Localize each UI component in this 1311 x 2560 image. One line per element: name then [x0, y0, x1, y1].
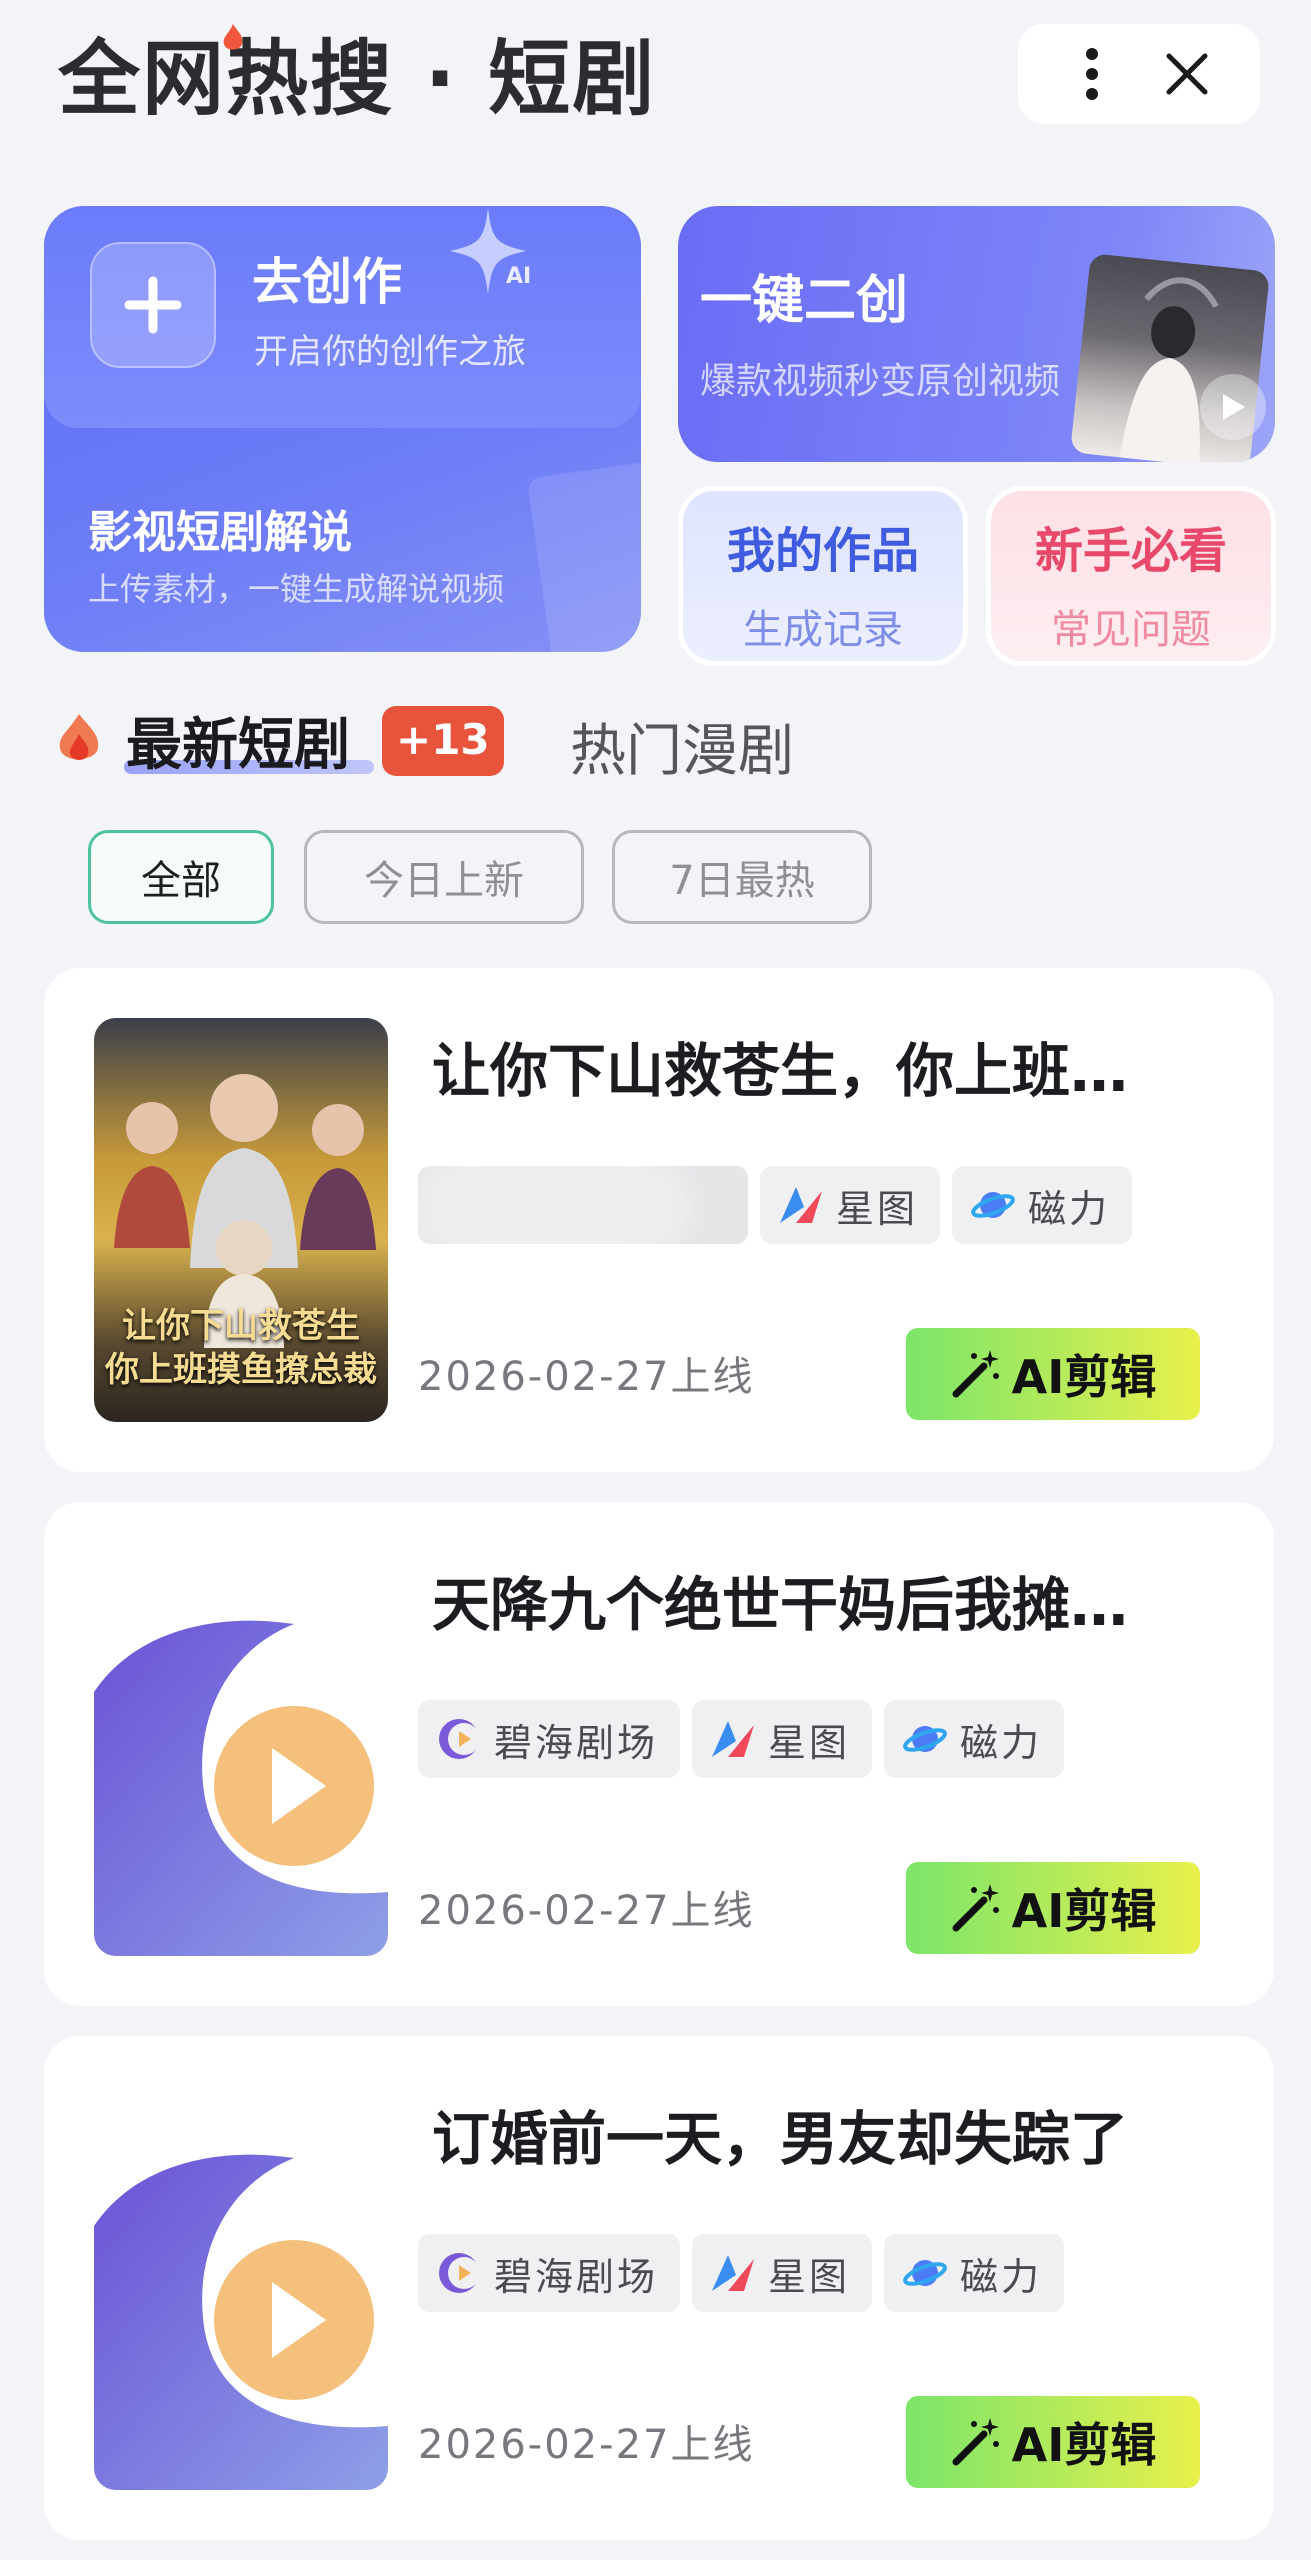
tag-cili: 磁力: [952, 1166, 1133, 1244]
play-logo-icon: [94, 2086, 388, 2490]
blur-mask: [418, 1166, 692, 1244]
create-title: 去创作: [252, 253, 402, 311]
tag-xingtu: 星图: [692, 2234, 873, 2312]
tag-label: 碧海剧场: [494, 1720, 659, 1765]
tag-bihai: 碧海剧场: [418, 1700, 681, 1778]
plus-icon: [90, 242, 216, 368]
cili-planet-icon: [970, 1182, 1016, 1228]
tag-label: 星图: [768, 2254, 851, 2299]
platform-tags: 碧海剧场 星图 磁力: [418, 1700, 1065, 1778]
ai-edit-label: AI剪辑: [1011, 1350, 1157, 1404]
drama-placeholder-thumb[interactable]: [94, 1552, 388, 1956]
tag-label: 磁力: [960, 2254, 1043, 2299]
drama-title[interactable]: 天降九个绝世干妈后我摊…: [432, 1558, 1232, 1642]
tag-label: 磁力: [1028, 1186, 1111, 1231]
cili-planet-icon: [902, 1716, 948, 1762]
platform-tags: 星图 磁力: [418, 1166, 1133, 1244]
mini-program-capsule: [1018, 24, 1260, 124]
magic-wand-icon: [952, 1884, 999, 1932]
guide-card[interactable]: 新手必看 常见问题: [986, 486, 1276, 666]
explain-subtitle: 上传素材，一键生成解说视频: [88, 570, 505, 608]
tag-cili: 磁力: [884, 1700, 1065, 1778]
blurred-tag: [418, 1166, 748, 1244]
ai-edit-button[interactable]: AI剪辑: [906, 1328, 1200, 1420]
play-logo-icon: [94, 1552, 388, 1956]
filter-today-new[interactable]: 今日上新: [304, 830, 584, 924]
fire-icon: [59, 714, 99, 760]
more-vertical-icon[interactable]: [1062, 44, 1122, 104]
tag-xingtu: 星图: [760, 1166, 941, 1244]
guide-title: 新手必看: [1034, 523, 1227, 579]
bihai-theater-icon: [436, 1716, 482, 1762]
onekey-subtitle: 爆款视频秒变原创视频: [700, 361, 1061, 402]
cili-planet-icon: [902, 2250, 948, 2296]
release-date: 2026-02-27上线: [418, 1888, 755, 1934]
page-title: 全网热搜 · 短剧: [58, 32, 657, 127]
tag-cili: 磁力: [884, 2234, 1065, 2312]
drama-placeholder-thumb[interactable]: [94, 2086, 388, 2490]
magic-wand-icon: [952, 1350, 999, 1398]
new-count-badge: +13: [382, 706, 504, 776]
drama-title[interactable]: 让你下山救苍生，你上班…: [432, 1024, 1232, 1108]
my-works-card[interactable]: 我的作品 生成记录: [678, 486, 968, 666]
onekey-remix-card[interactable]: 一键二创 爆款视频秒变原创视频: [678, 206, 1275, 462]
magic-wand-icon: [952, 2418, 999, 2466]
drama-title[interactable]: 订婚前一天，男友却失踪了: [432, 2092, 1232, 2176]
drama-card[interactable]: 天降九个绝世干妈后我摊… 碧海剧场 星图 磁力 2026-02-27上线 AI剪…: [44, 1502, 1274, 2006]
xingtu-icon: [710, 1716, 756, 1762]
create-card[interactable]: 去创作 开启你的创作之旅 AI 影视短剧解说 上传素材，一键生成解说视频: [44, 206, 641, 652]
poster-caption-line-1: 让你下山救苍生: [122, 1306, 360, 1346]
close-icon[interactable]: [1157, 44, 1217, 104]
filter-7day-hot[interactable]: 7日最热: [612, 830, 872, 924]
tab-hot-manga[interactable]: 热门漫剧: [570, 706, 794, 787]
filter-all[interactable]: 全部: [88, 830, 274, 924]
film-decoration: [526, 459, 641, 652]
bihai-theater-icon: [436, 2250, 482, 2296]
tag-label: 碧海剧场: [494, 2254, 659, 2299]
flame-icon: [223, 24, 243, 50]
poster-caption: 让你下山救苍生 你上班摸鱼撩总裁: [94, 1304, 388, 1392]
my-works-subtitle: 生成记录: [743, 607, 903, 653]
poster-caption-line-2: 你上班摸鱼撩总裁: [105, 1350, 377, 1390]
release-date: 2026-02-27上线: [418, 2422, 755, 2468]
tag-xingtu: 星图: [692, 1700, 873, 1778]
explain-title[interactable]: 影视短剧解说: [88, 496, 352, 560]
tag-bihai: 碧海剧场: [418, 2234, 681, 2312]
xingtu-icon: [778, 1182, 824, 1228]
create-subtitle: 开启你的创作之旅: [254, 332, 526, 372]
create-card-top[interactable]: 去创作 开启你的创作之旅 AI: [44, 206, 641, 428]
ai-edit-label: AI剪辑: [1011, 1884, 1157, 1938]
drama-card[interactable]: 让你下山救苍生 你上班摸鱼撩总裁 让你下山救苍生，你上班… 星图 磁力 2026…: [44, 968, 1274, 1472]
onekey-title: 一键二创: [700, 271, 909, 331]
tag-label: 星图: [836, 1186, 919, 1231]
ai-edit-button[interactable]: AI剪辑: [906, 1862, 1200, 1954]
my-works-title: 我的作品: [726, 523, 919, 579]
release-date: 2026-02-27上线: [418, 1354, 755, 1400]
tag-label: 磁力: [960, 1720, 1043, 1765]
xingtu-icon: [710, 2250, 756, 2296]
tab-latest-dramas[interactable]: 最新短剧: [126, 700, 350, 781]
tag-label: 星图: [768, 1720, 851, 1765]
ai-edit-button[interactable]: AI剪辑: [906, 2396, 1200, 2488]
ai-edit-label: AI剪辑: [1011, 2418, 1157, 2472]
drama-poster[interactable]: 让你下山救苍生 你上班摸鱼撩总裁: [94, 1018, 388, 1422]
guide-subtitle: 常见问题: [1051, 607, 1211, 653]
play-icon: [1200, 374, 1266, 440]
platform-tags: 碧海剧场 星图 磁力: [418, 2234, 1065, 2312]
drama-card[interactable]: 订婚前一天，男友却失踪了 碧海剧场 星图 磁力 2026-02-27上线 AI剪…: [44, 2036, 1274, 2540]
ai-badge: AI: [506, 264, 532, 289]
